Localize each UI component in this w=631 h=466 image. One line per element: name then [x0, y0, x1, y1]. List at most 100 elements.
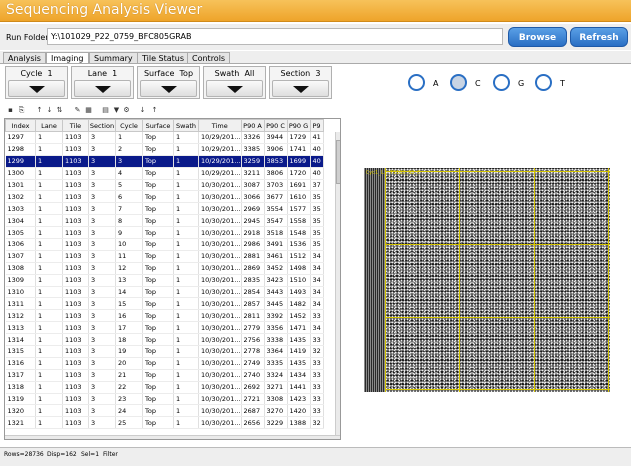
filter-icon[interactable]: ▼ — [112, 106, 121, 115]
table-row[interactable]: 1311 1 1103 3 15 Top 1 10/30/201... 2857 3445 1482… — [5, 297, 324, 311]
filter-lane[interactable]: Lane 1 — [71, 66, 134, 99]
table-cell: 2778 — [241, 345, 265, 358]
column-header[interactable]: Swath — [173, 119, 199, 132]
table-cell: 33 — [310, 393, 324, 406]
column-header[interactable]: P90 A — [240, 119, 265, 132]
export-icon[interactable]: ▤ — [101, 106, 110, 115]
table-cell: 1103 — [62, 321, 89, 335]
table-row[interactable]: 1321 1 1103 3 25 Top 1 10/30/201... 2656 3229 1388… — [5, 416, 324, 430]
table-cell: 3461 — [264, 250, 288, 263]
table-header-row: Index Lane Tile Section Cycle Surface Swath Tim… — [5, 119, 324, 132]
settings-icon[interactable]: ⚙ — [122, 106, 131, 115]
column-header[interactable]: P9 — [309, 119, 324, 132]
column-header[interactable]: Index — [5, 119, 36, 132]
filter-cycle-dropdown[interactable] — [8, 80, 65, 97]
table-row[interactable]: 1317 1 1103 3 21 Top 1 10/30/201... 2740 3324 1434… — [5, 369, 324, 382]
column-header[interactable]: P90 G — [286, 119, 311, 132]
table-cell: 1 — [35, 393, 63, 406]
table-cell: 3385 — [241, 143, 265, 156]
table-cell: Top — [142, 333, 174, 347]
filter-cycle[interactable]: Cycle 1 — [5, 66, 68, 99]
table-row[interactable]: 1303 1 1103 3 7 Top 1 10/30/201... 2969 3554 1577 3… — [5, 202, 324, 216]
table-row[interactable]: 1299 1 1103 3 3 Top 1 10/29/201... 3259 3853 1699 4… — [5, 155, 324, 168]
table-row[interactable]: 1310 1 1103 3 14 Top 1 10/30/201... 2854 3443 1493… — [5, 286, 324, 299]
table-cell: 19 — [115, 345, 143, 358]
filter-swath-dropdown[interactable] — [206, 80, 263, 97]
table-row[interactable]: 1300 1 1103 3 4 Top 1 10/29/201... 3211 3806 1720 4… — [5, 167, 324, 180]
table-cell: 1 — [35, 262, 63, 275]
horizontal-scrollbar[interactable] — [5, 435, 340, 439]
table-cell: 1103 — [62, 202, 89, 216]
table-row[interactable]: 1313 1 1103 3 17 Top 1 10/30/201... 2779 3356 1471… — [5, 321, 324, 335]
radio-circle-icon[interactable] — [450, 74, 467, 91]
table-row[interactable]: 1304 1 1103 3 8 Top 1 10/30/201... 2945 3547 1558 3… — [5, 214, 324, 228]
edit-icon[interactable]: ✎ — [73, 106, 82, 115]
data-table: Index Lane Tile Section Cycle Surface Swath Tim… — [5, 119, 324, 430]
table-row[interactable]: 1308 1 1103 3 12 Top 1 10/30/201... 2869 3452 1498… — [5, 262, 324, 275]
radio-circle-icon[interactable] — [408, 74, 425, 91]
filter-lane-dropdown[interactable] — [74, 80, 131, 97]
table-row[interactable]: 1312 1 1103 3 16 Top 1 10/30/201... 2811 3392 1452… — [5, 309, 324, 323]
tile-image[interactable]: Cyc1_L1_T1103_S3_C — [364, 168, 610, 392]
refresh-button[interactable]: Refresh — [570, 27, 628, 47]
table-row[interactable]: 1314 1 1103 3 18 Top 1 10/30/201... 2756 3338 1435… — [5, 333, 324, 347]
sort-descending-icon[interactable]: ↓ — [45, 106, 54, 115]
column-header[interactable]: Tile — [62, 119, 89, 132]
column-header[interactable]: P90 C — [263, 119, 288, 132]
grid-line — [608, 168, 609, 392]
table-row[interactable]: 1302 1 1103 3 6 Top 1 10/30/201... 3066 3677 1610 3… — [5, 190, 324, 204]
arrow-down-icon[interactable]: ↓ — [138, 106, 147, 115]
table-row[interactable]: 1305 1 1103 3 9 Top 1 10/30/201... 2918 3518 1548 3… — [5, 226, 324, 240]
filter-swath[interactable]: Swath All — [203, 66, 266, 99]
table-cell: 2692 — [241, 381, 265, 394]
copy-icon[interactable]: ⎘ — [17, 106, 26, 115]
arrow-up-icon[interactable]: ↑ — [150, 106, 159, 115]
table-row[interactable]: 1297 1 1103 3 1 Top 1 10/29/201... 3326 3944 1729 4… — [5, 131, 324, 144]
table-cell: Top — [142, 179, 174, 192]
filter-surface-dropdown[interactable] — [140, 80, 197, 97]
column-header[interactable]: Cycle — [115, 119, 143, 132]
table-row[interactable]: 1309 1 1103 3 13 Top 1 10/30/201... 2835 3423 1510… — [5, 274, 324, 287]
table-row[interactable]: 1315 1 1103 3 19 Top 1 10/30/201... 2778 3364 1419… — [5, 345, 324, 358]
table-row[interactable]: 1298 1 1103 3 2 Top 1 10/29/201... 3385 3906 1741 4… — [5, 143, 324, 156]
table-cell: 1103 — [62, 131, 89, 144]
browse-button[interactable]: Browse — [508, 27, 567, 47]
column-header[interactable]: Section — [88, 119, 116, 132]
tile-image-edge — [364, 168, 385, 392]
status-sel: Sel=1 — [81, 451, 100, 458]
table-row[interactable]: 1316 1 1103 3 20 Top 1 10/30/201... 2749 3335 1435… — [5, 357, 324, 370]
grid-line — [385, 244, 610, 245]
table-row[interactable]: 1320 1 1103 3 24 Top 1 10/30/201... 2687 3270 1420… — [5, 404, 324, 418]
radio-circle-icon[interactable] — [493, 74, 510, 91]
table-cell: 3703 — [264, 179, 288, 192]
filter-surface-value: Top — [179, 69, 194, 78]
column-header[interactable]: Time — [198, 119, 242, 132]
table-row[interactable]: 1319 1 1103 3 23 Top 1 10/30/201... 2721 3308 1423… — [5, 393, 324, 406]
grid-icon[interactable]: ▦ — [84, 106, 93, 115]
column-header[interactable]: Surface — [142, 119, 174, 132]
table-cell: 2869 — [241, 262, 265, 275]
table-row[interactable]: 1301 1 1103 3 5 Top 1 10/30/201... 3087 3703 1691 3… — [5, 179, 324, 192]
table-cell: 1103 — [62, 357, 89, 370]
vertical-scrollbar[interactable] — [335, 132, 340, 437]
grid-line — [385, 168, 386, 392]
sort-ascending-icon[interactable]: ↑ — [35, 106, 44, 115]
column-header[interactable]: Lane — [35, 119, 63, 132]
table-cell: 10/30/201... — [198, 357, 242, 370]
scrollbar-thumb[interactable] — [336, 140, 340, 184]
table-cell: 1 — [35, 404, 63, 418]
radio-circle-icon[interactable] — [535, 74, 552, 91]
table-row[interactable]: 1306 1 1103 3 10 Top 1 10/30/201... 2986 3491 1536… — [5, 238, 324, 251]
filter-surface[interactable]: Surface Top — [137, 66, 200, 99]
table-cell: 1103 — [62, 309, 89, 323]
table-row[interactable]: 1318 1 1103 3 22 Top 1 10/30/201... 2692 3271 1441… — [5, 381, 324, 394]
table-row[interactable]: 1307 1 1103 3 11 Top 1 10/30/201... 2881 3461 1512… — [5, 250, 324, 263]
save-icon[interactable]: ▪ — [6, 106, 15, 115]
table-cell: 1498 — [287, 262, 311, 275]
sort-icon[interactable]: ⇅ — [55, 106, 64, 115]
table-cell: 3423 — [264, 274, 288, 287]
table-cell: 10/29/201... — [198, 167, 242, 180]
filter-section-dropdown[interactable] — [272, 80, 329, 97]
run-folder-input[interactable]: Y:\101029_P22_0759_BFC805GRAB — [47, 28, 503, 45]
filter-section[interactable]: Section 3 — [269, 66, 332, 99]
